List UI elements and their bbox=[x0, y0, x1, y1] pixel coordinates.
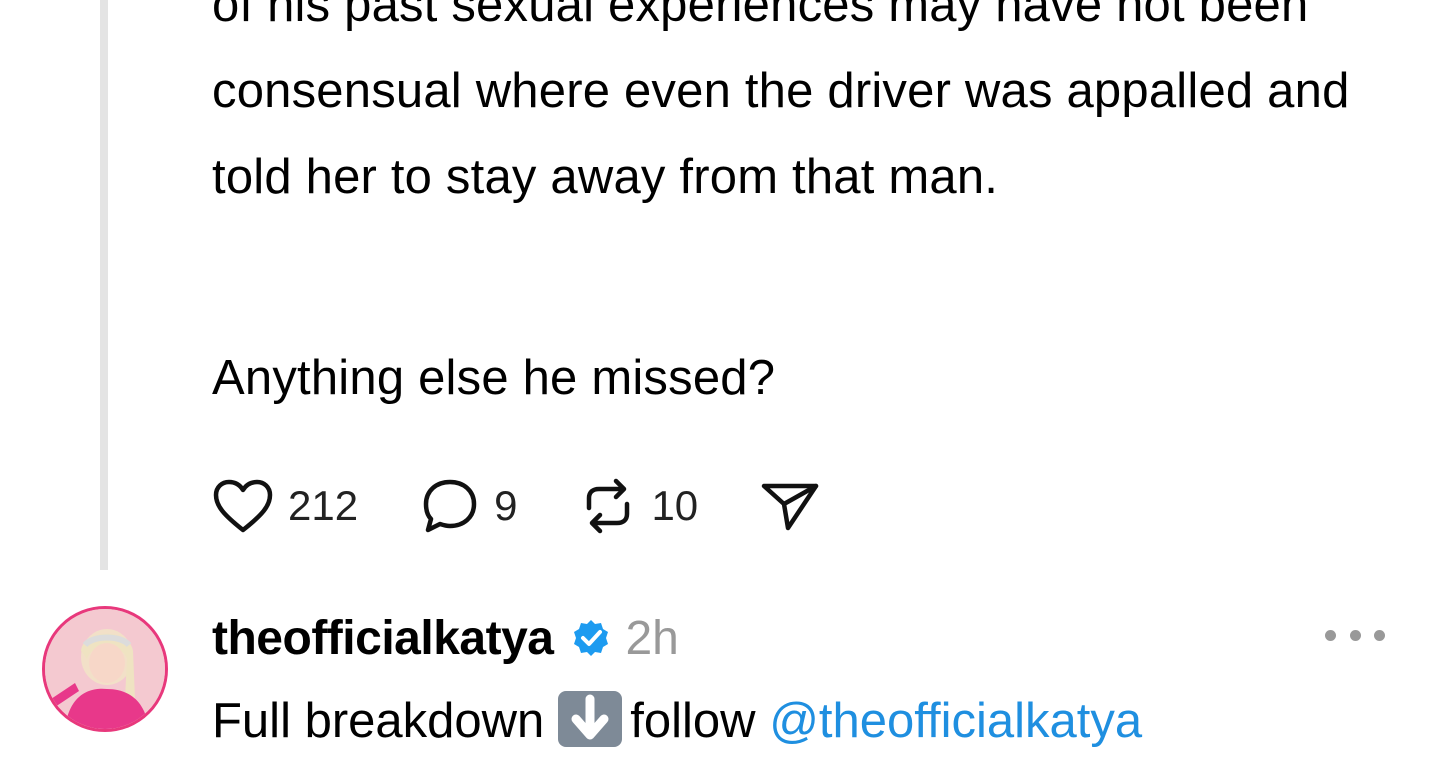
reply-text-start: Full breakdown bbox=[212, 694, 545, 748]
post-timestamp: 2h bbox=[625, 611, 679, 665]
avatar[interactable] bbox=[42, 606, 168, 732]
heart-icon bbox=[213, 479, 273, 533]
dot bbox=[1325, 629, 1336, 641]
reply-text: Full breakdown follow @theofficialkatya bbox=[212, 686, 1142, 756]
like-button[interactable]: 212 bbox=[212, 478, 358, 534]
repost-count: 10 bbox=[651, 482, 699, 529]
dot bbox=[1374, 629, 1385, 641]
post-paragraph: Anything else he missed? bbox=[212, 351, 776, 405]
reply-button[interactable]: 9 bbox=[420, 476, 517, 536]
reply-post: theofficialkatya 2h Full breakdown follow… bbox=[0, 600, 1440, 768]
send-icon bbox=[761, 483, 819, 531]
username[interactable]: theofficialkatya bbox=[212, 611, 554, 666]
repost-icon bbox=[587, 478, 630, 534]
down-arrow-emoji-icon bbox=[558, 691, 623, 747]
post-actions: 212 9 10 bbox=[212, 478, 882, 534]
reply-header: theofficialkatya 2h bbox=[212, 608, 679, 668]
more-options-icon[interactable] bbox=[1325, 620, 1385, 650]
thread-connector-line bbox=[100, 0, 108, 570]
thread-view: of his past sexual experiences may have … bbox=[0, 0, 1440, 768]
dot bbox=[1349, 629, 1361, 641]
avatar-photo-icon bbox=[45, 609, 165, 729]
reply-text-follow: follow bbox=[630, 694, 756, 748]
mention-link[interactable]: @theofficialkatya bbox=[769, 694, 1142, 748]
share-button[interactable] bbox=[760, 478, 820, 534]
comment-icon bbox=[423, 479, 477, 533]
reply-count: 9 bbox=[494, 482, 518, 529]
verified-badge-icon bbox=[571, 618, 611, 658]
post-paragraph: of his past sexual experiences may have … bbox=[212, 0, 1350, 204]
like-count: 212 bbox=[288, 482, 359, 529]
repost-button[interactable]: 10 bbox=[579, 478, 698, 534]
